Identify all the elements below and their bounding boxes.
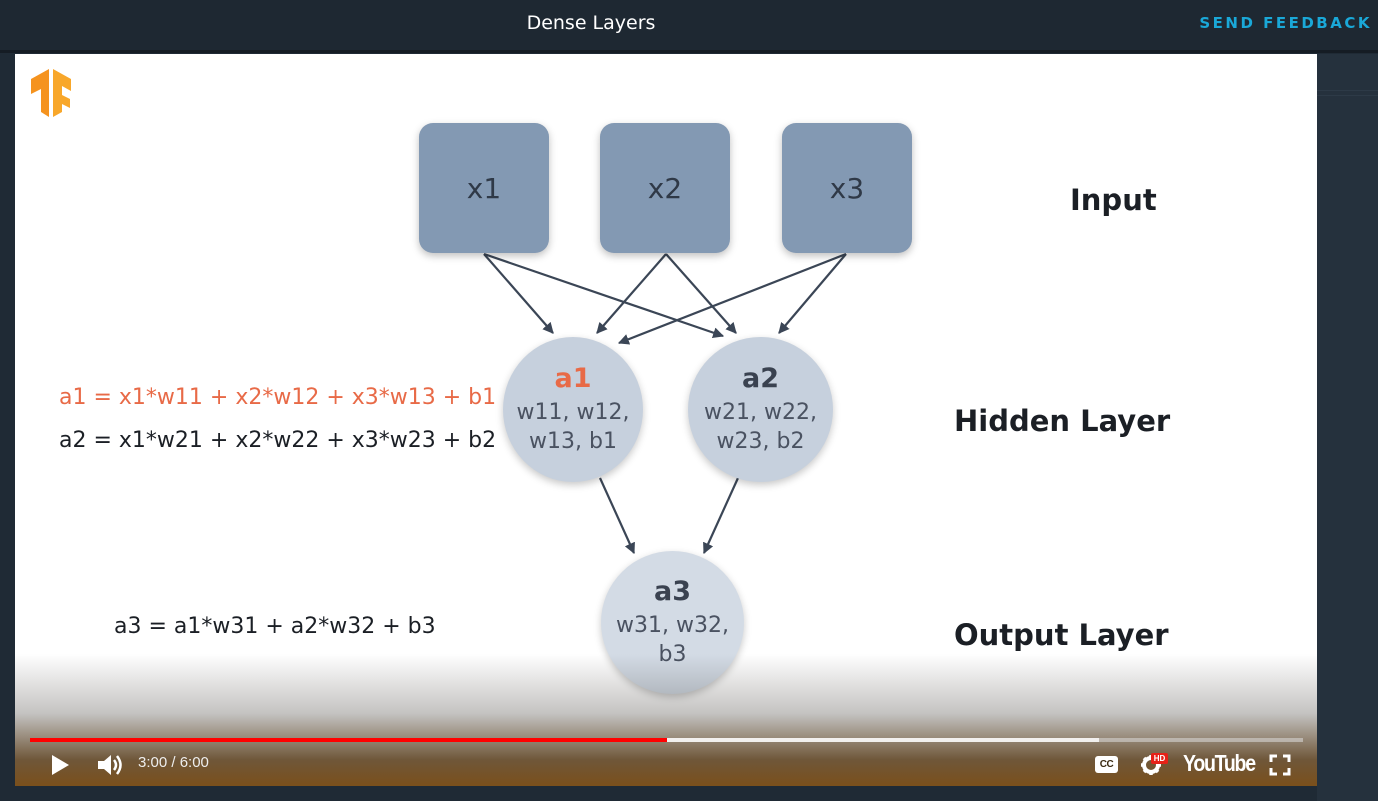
progress-played xyxy=(30,738,667,742)
volume-icon[interactable] xyxy=(96,753,124,777)
page-title: Dense Layers xyxy=(526,12,656,34)
node-name: a1 xyxy=(554,363,592,394)
node-weights: w31, w32, xyxy=(616,613,729,638)
input-layer-label: Input xyxy=(1070,183,1157,217)
node-name: a3 xyxy=(653,576,691,607)
play-icon[interactable] xyxy=(49,754,71,776)
arrow-a1-a3 xyxy=(598,477,636,555)
side-panel-strip xyxy=(1317,54,1378,801)
output-layer-label: Output Layer xyxy=(954,618,1169,652)
node-weights: w21, w22, xyxy=(704,400,817,425)
controls-gradient xyxy=(15,654,1317,786)
hidden-layer-label: Hidden Layer xyxy=(954,404,1171,438)
input-node-x1: x1 xyxy=(419,123,549,253)
youtube-logo[interactable]: YouTube xyxy=(1183,750,1256,777)
top-bar: Dense Layers SEND FEEDBACK xyxy=(0,0,1378,53)
captions-button[interactable]: CC xyxy=(1095,756,1118,773)
hidden-node-a1: a1 w11, w12, w13, b1 xyxy=(503,337,643,482)
arrow-a2-a3 xyxy=(702,477,740,555)
arrow-x2-a1 xyxy=(596,253,667,334)
hidden-node-a2: a2 w21, w22, w23, b2 xyxy=(688,337,833,482)
input-node-x3: x3 xyxy=(782,123,912,253)
equation-a3: a3 = a1*w31 + a2*w32 + b3 xyxy=(114,614,436,639)
equation-a2: a2 = x1*w21 + x2*w22 + x3*w23 + b2 xyxy=(59,428,497,453)
node-weights: w23, b2 xyxy=(716,429,805,454)
time-display: 3:00 / 6:00 xyxy=(138,754,209,771)
fullscreen-icon[interactable] xyxy=(1269,754,1291,776)
node-weights: w13, b1 xyxy=(529,429,617,454)
node-weights: w11, w12, xyxy=(516,400,630,425)
send-feedback-button[interactable]: SEND FEEDBACK xyxy=(1199,0,1372,46)
video-player[interactable]: x1 x2 x3 a1 w11, w12, w13, b1 a2 w21, w2… xyxy=(15,54,1317,786)
node-name: a2 xyxy=(741,363,779,394)
arrow-x3-a2 xyxy=(778,253,847,334)
hd-badge: HD xyxy=(1151,753,1168,764)
panel-divider xyxy=(1317,95,1378,96)
equation-a1: a1 = x1*w11 + x2*w12 + x3*w13 + b1 xyxy=(59,385,497,410)
progress-bar[interactable] xyxy=(30,738,1303,742)
panel-divider xyxy=(1317,90,1378,91)
input-node-x2: x2 xyxy=(600,123,730,253)
